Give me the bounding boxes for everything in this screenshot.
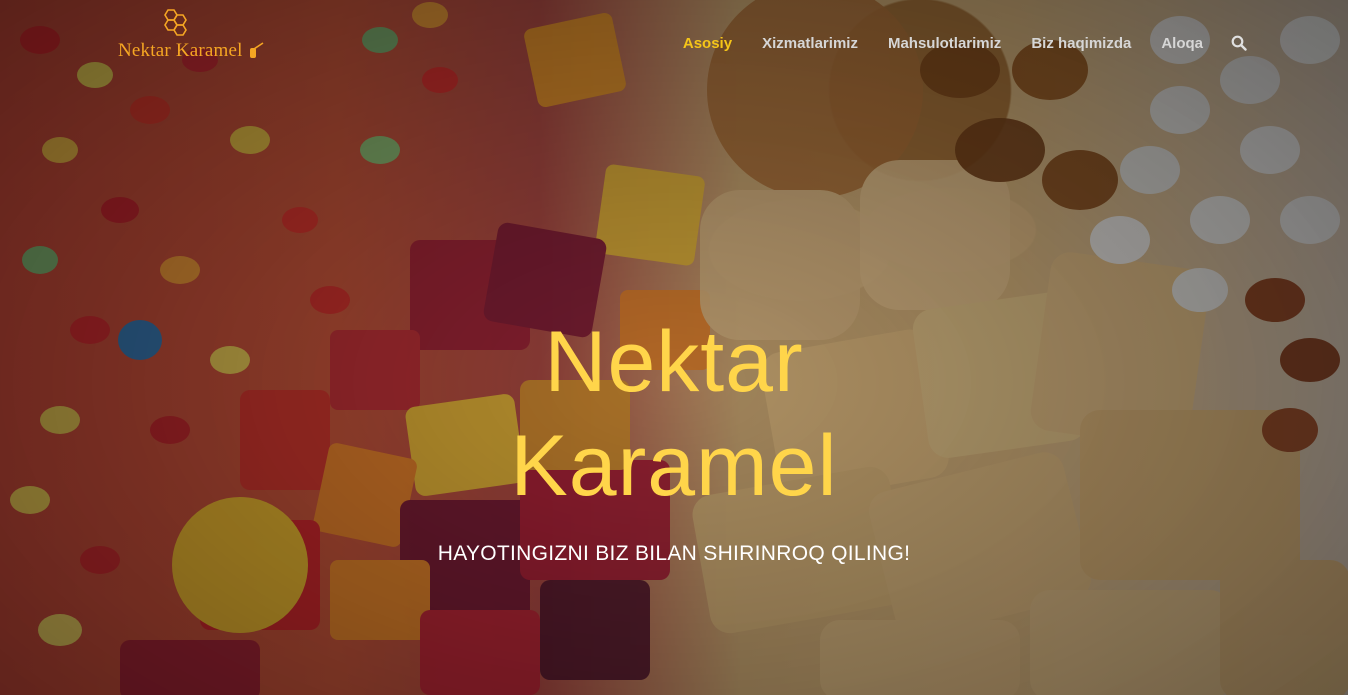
nav-item-aloqa[interactable]: Aloqa [1146,35,1218,52]
nav-item-asosiy[interactable]: Asosiy [668,35,747,52]
honey-dipper-icon [249,42,264,58]
hero-subtitle: HAYOTINGIZNI BIZ BILAN SHIRINROQ QILING! [437,542,911,565]
hero-title-line1: Nektar [544,314,804,410]
nav-item-xizmatlarimiz[interactable]: Xizmatlarimiz [747,35,873,52]
hero-title: Nektar Karamel [0,310,1348,518]
hero-section: Nektar Karamel Asosiy Xizmatlarimiz Mahs… [0,0,1348,695]
hero-content: Nektar Karamel HAYOTINGIZNI BIZ BILAN SH… [0,310,1348,566]
navbar: Nektar Karamel Asosiy Xizmatlarimiz Mahs… [0,0,1348,86]
brand-link[interactable]: Nektar Karamel [118,9,265,62]
nav-item-biz-haqimizda[interactable]: Biz haqimizda [1016,35,1146,52]
hero-title-line2: Karamel [510,418,838,514]
search-icon [1231,35,1247,51]
search-button[interactable] [1222,26,1256,60]
main-menu: Asosiy Xizmatlarimiz Mahsulotlarimiz Biz… [668,26,1256,60]
nav-item-mahsulotlarimiz[interactable]: Mahsulotlarimiz [873,35,1016,52]
honeycomb-logo-icon [164,9,187,36]
